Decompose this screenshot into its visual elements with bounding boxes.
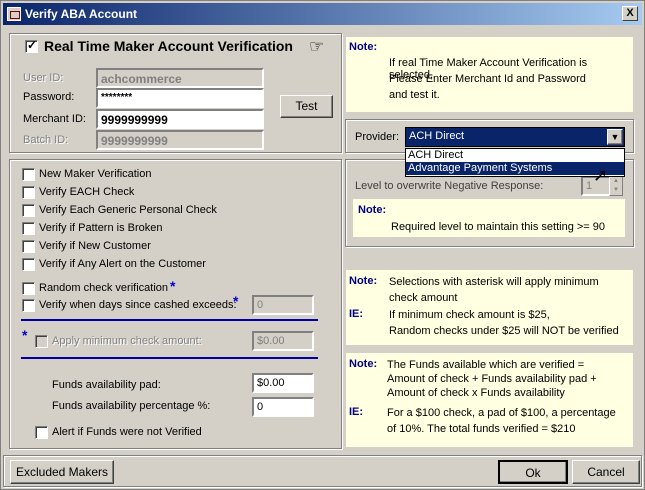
verify-new-customer-label: Verify if New Customer bbox=[39, 240, 151, 252]
chevron-down-icon[interactable]: ▼ bbox=[607, 129, 623, 145]
realtime-checkbox[interactable] bbox=[25, 38, 38, 53]
note-line: Random checks under $25 will NOT be veri… bbox=[389, 325, 619, 337]
asterisk-marker: * bbox=[170, 278, 176, 294]
note-line: of 10%. The total funds verified = $210 bbox=[387, 423, 576, 435]
note-line: For a $100 check, a pad of $100, a perce… bbox=[387, 407, 616, 419]
ie-title: IE: bbox=[349, 308, 364, 320]
verify-each-checkbox[interactable] bbox=[22, 186, 35, 199]
section-divider bbox=[21, 357, 318, 359]
funds-note: Note: The Funds available which are veri… bbox=[346, 353, 633, 447]
days-field: 0 bbox=[252, 295, 314, 315]
alert-funds-label: Alert if Funds were not Verified bbox=[52, 426, 202, 438]
ok-button[interactable]: Ok bbox=[498, 460, 568, 484]
new-maker-checkbox[interactable] bbox=[22, 168, 35, 181]
verify-days-label: Verify when days since cashed exceeds: bbox=[39, 299, 237, 311]
password-label: Password: bbox=[23, 91, 75, 103]
asterisk-marker: * bbox=[22, 327, 28, 343]
note-title: Note: bbox=[349, 41, 378, 53]
spin-down-icon[interactable]: ▼ bbox=[610, 186, 622, 195]
excluded-makers-button[interactable]: Excluded Makers bbox=[10, 460, 114, 484]
provider-option[interactable]: ACH Direct bbox=[406, 149, 624, 162]
mouse-cursor-icon: ➚ bbox=[593, 165, 609, 185]
funds-pad-field[interactable]: $0.00 bbox=[252, 373, 314, 393]
hand-pointer-icon: ☞ bbox=[309, 37, 325, 56]
note-line: Please Enter Merchant Id and Password bbox=[389, 73, 586, 85]
note-title: Note: bbox=[349, 275, 378, 287]
provider-dropdown-list: ACH Direct Advantage Payment Systems bbox=[405, 148, 625, 177]
note-line: The Funds available which are verified = bbox=[387, 359, 585, 371]
verify-new-customer-checkbox[interactable] bbox=[22, 240, 35, 253]
note-line: and test it. bbox=[389, 89, 440, 101]
verify-each-label: Verify EACH Check bbox=[39, 186, 135, 198]
merchant-id-label: Merchant ID: bbox=[23, 113, 86, 125]
realtime-label: Real Time Maker Account Verification bbox=[44, 38, 293, 54]
level-label: Level to overwrite Negative Response: bbox=[355, 180, 544, 192]
close-button[interactable]: X bbox=[622, 6, 638, 21]
merchant-id-field[interactable]: 9999999999 bbox=[96, 109, 264, 129]
random-check-checkbox[interactable] bbox=[22, 282, 35, 295]
provider-option[interactable]: Advantage Payment Systems bbox=[406, 162, 624, 175]
verify-generic-label: Verify Each Generic Personal Check bbox=[39, 204, 217, 216]
note-title: Note: bbox=[358, 204, 387, 216]
verify-pattern-checkbox[interactable] bbox=[22, 222, 35, 235]
verify-generic-checkbox[interactable] bbox=[22, 204, 35, 217]
note-line: Amount of check x Funds availability bbox=[387, 387, 565, 399]
verify-alert-checkbox[interactable] bbox=[22, 258, 35, 271]
password-field[interactable]: ******** bbox=[96, 88, 264, 108]
new-maker-label: New Maker Verification bbox=[39, 168, 152, 180]
realtime-note: Note: If real Time Maker Account Verific… bbox=[346, 37, 633, 112]
random-check-label: Random check verification bbox=[39, 282, 169, 294]
spin-up-icon[interactable]: ▲ bbox=[610, 177, 622, 186]
provider-select[interactable]: ACH Direct bbox=[405, 127, 625, 147]
verify-days-checkbox[interactable] bbox=[22, 299, 35, 312]
verify-alert-label: Verify if Any Alert on the Customer bbox=[39, 258, 206, 270]
app-icon bbox=[7, 7, 21, 21]
ie-title: IE: bbox=[349, 406, 364, 418]
section-divider bbox=[21, 319, 318, 321]
funds-pad-label: Funds availability pad: bbox=[52, 379, 161, 391]
asterisk-marker: * bbox=[233, 293, 239, 309]
level-note: Note: Required level to maintain this se… bbox=[353, 199, 625, 237]
provider-label: Provider: bbox=[355, 131, 400, 143]
verify-pattern-label: Verify if Pattern is Broken bbox=[39, 222, 163, 234]
window-title: Verify ABA Account bbox=[25, 7, 138, 21]
note-title: Note: bbox=[349, 358, 378, 370]
note-line: Required level to maintain this setting … bbox=[391, 221, 606, 233]
alert-funds-checkbox[interactable] bbox=[35, 426, 48, 439]
note-line: check amount bbox=[389, 292, 458, 304]
batch-id-field: 9999999999 bbox=[96, 130, 264, 150]
minimum-field: $0.00 bbox=[252, 331, 314, 351]
test-button[interactable]: Test bbox=[280, 95, 333, 118]
apply-minimum-label: Apply minimum check amount: bbox=[52, 335, 202, 347]
cancel-button[interactable]: Cancel bbox=[572, 460, 640, 484]
funds-pct-label: Funds availability percentage %: bbox=[52, 400, 211, 412]
note-line: If minimum check amount is $25, bbox=[389, 309, 550, 321]
title-bar: Verify ABA Account X bbox=[3, 3, 642, 25]
note-line: Selections with asterisk will apply mini… bbox=[389, 276, 599, 288]
user-id-field: achcommerce bbox=[96, 68, 264, 88]
batch-id-label: Batch ID: bbox=[23, 134, 69, 146]
asterisk-note: Note: Selections with asterisk will appl… bbox=[346, 270, 633, 345]
note-line: Amount of check + Funds availability pad… bbox=[387, 373, 597, 385]
apply-minimum-checkbox bbox=[35, 335, 48, 348]
funds-pct-field[interactable]: 0 bbox=[252, 397, 314, 417]
verify-aba-window: Verify ABA Account X Real Time Maker Acc… bbox=[0, 0, 645, 490]
level-spinner[interactable]: ▲ ▼ bbox=[609, 176, 623, 196]
user-id-label: User ID: bbox=[23, 72, 64, 84]
